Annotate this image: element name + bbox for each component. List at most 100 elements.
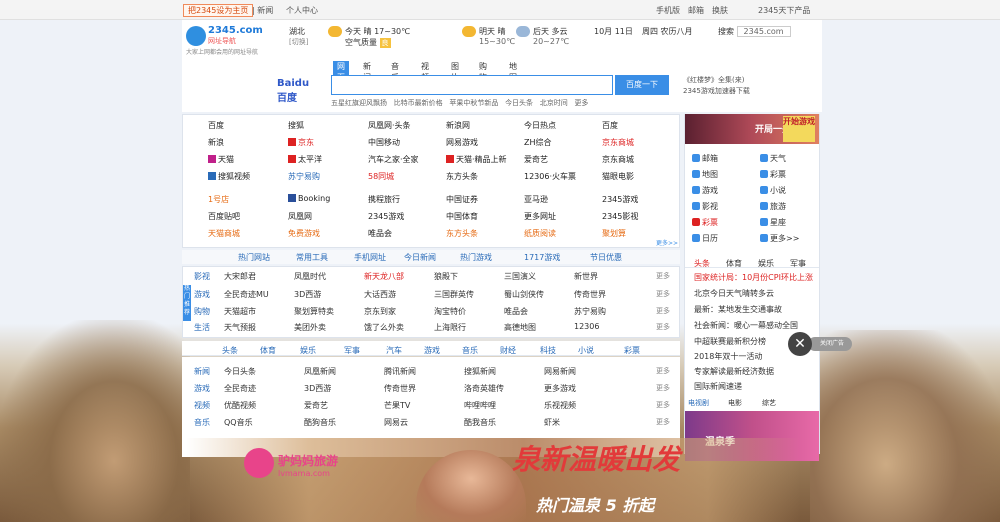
site-link[interactable]: 携程旅行	[368, 194, 400, 205]
list-item[interactable]: 饿了么外卖	[364, 322, 404, 333]
site-link[interactable]: 新浪	[208, 137, 224, 148]
more-sites-link[interactable]: 更多>>	[656, 238, 678, 247]
site-link[interactable]: 汽车之家·全家	[368, 154, 419, 165]
quick-link[interactable]: 游戏	[692, 185, 718, 196]
list-item[interactable]: 爱奇艺	[304, 400, 328, 411]
video-tab[interactable]: 电视剧	[688, 398, 709, 408]
news-item[interactable]: 2018年双十一活动	[694, 351, 762, 362]
hot-word[interactable]: 今日头条	[505, 99, 533, 107]
top-link-mobile[interactable]: 手机版	[656, 5, 680, 16]
site-link[interactable]: 京东商城	[602, 137, 634, 148]
news-item[interactable]: 国家统计局：10月份CPI环比上涨	[694, 272, 813, 283]
list-category[interactable]: 游戏	[194, 383, 210, 394]
list-item[interactable]: 网易新闻	[544, 366, 576, 377]
category-tab[interactable]: 常用工具	[296, 252, 328, 263]
top-link-news[interactable]: | 新闻	[252, 5, 273, 16]
quick-link[interactable]: 邮箱	[692, 153, 718, 164]
list-category[interactable]: 影视	[194, 271, 210, 282]
hot-word[interactable]: 五星红旗迎风飘扬	[331, 99, 387, 107]
list-item[interactable]: 凤凰时代	[294, 271, 326, 282]
list-item[interactable]: 传奇世界	[384, 383, 416, 394]
set-homepage-button[interactable]: 把2345设为主页	[183, 4, 254, 17]
content-tab[interactable]: 小说	[578, 345, 594, 356]
list-item[interactable]: 哔哩哔哩	[464, 400, 496, 411]
quick-link[interactable]: 小说	[760, 185, 786, 196]
site-link[interactable]: Booking	[288, 194, 330, 203]
site-link[interactable]: 凤凰网	[288, 211, 312, 222]
quick-link[interactable]: 日历	[692, 233, 718, 244]
close-icon[interactable]: ✕	[788, 332, 812, 356]
category-tab[interactable]: 节日优惠	[590, 252, 622, 263]
site-link[interactable]: 京东商城	[602, 154, 634, 165]
weather-today[interactable]: 今天 晴 17~30℃ 空气质量 良	[328, 26, 410, 48]
content-tab[interactable]: 娱乐	[300, 345, 316, 356]
video-tab[interactable]: 电影	[728, 398, 742, 408]
list-item[interactable]: 全民奇迹MU	[224, 289, 269, 300]
travel-banner-ad[interactable]: 驴妈妈旅游 lvmama.com 泉新温暖出发 热门温泉 5 折起	[186, 420, 800, 522]
site-link[interactable]: 中国证券	[446, 194, 478, 205]
site-link[interactable]: 2345影视	[602, 211, 638, 222]
search-input[interactable]	[331, 75, 613, 95]
site-link[interactable]: 百度	[208, 120, 224, 131]
list-item[interactable]: 淘宝特价	[434, 306, 466, 317]
news-item[interactable]: 北京今日天气晴转多云	[694, 288, 774, 299]
site-link[interactable]: 网易游戏	[446, 137, 478, 148]
hot-link-2[interactable]: 2345游戏加速器下载	[683, 86, 750, 97]
site-link[interactable]: 天猫·精品上新	[446, 154, 507, 165]
site-link[interactable]: 更多网址	[524, 211, 556, 222]
game-ad-badge[interactable]: 开始游戏	[783, 116, 815, 142]
site-link[interactable]: 中国体育	[446, 211, 478, 222]
list-item[interactable]: 蜀山剑侠传	[504, 289, 544, 300]
quick-link[interactable]: 地图	[692, 169, 718, 180]
weather-after[interactable]: 后天 多云 20~27℃	[516, 26, 569, 46]
site-link[interactable]: 2345游戏	[602, 194, 638, 205]
content-tab[interactable]: 头条	[222, 345, 238, 356]
site-link[interactable]: 东方头条	[446, 171, 478, 182]
hot-word[interactable]: 北京时间	[540, 99, 568, 107]
list-item[interactable]: 优酷视频	[224, 400, 256, 411]
search-button[interactable]: 百度一下	[615, 75, 669, 95]
list-item[interactable]: 高德地图	[504, 322, 536, 333]
news-tab[interactable]: 娱乐	[758, 258, 774, 269]
hot-word[interactable]: 苹果中秋节新品	[449, 99, 498, 107]
list-item[interactable]: 乐视视频	[544, 400, 576, 411]
news-item[interactable]: 专家解读最新经济数据	[694, 366, 774, 377]
list-item[interactable]: 腾讯新闻	[384, 366, 416, 377]
weather-tomorrow[interactable]: 明天 晴 15~30℃	[462, 26, 515, 46]
content-tab[interactable]: 音乐	[462, 345, 478, 356]
quick-link[interactable]: 旅游	[760, 201, 786, 212]
top-link-personal[interactable]: 个人中心	[286, 5, 318, 16]
quick-link-more[interactable]: 更多>>	[760, 233, 799, 244]
site-link[interactable]: 免费游戏	[288, 228, 320, 239]
engine-value[interactable]: 2345.com	[736, 26, 791, 37]
site-link[interactable]: 聚划算	[602, 228, 626, 239]
top-link-skin[interactable]: 换肤	[712, 5, 728, 16]
weather-city-switch[interactable]: [切换]	[289, 37, 308, 47]
list-item[interactable]: 新天龙八部	[364, 271, 404, 282]
content-tab[interactable]: 彩票	[624, 345, 640, 356]
news-item[interactable]: 社会新闻：暖心一幕感动全国	[694, 320, 798, 331]
site-link[interactable]: 今日热点	[524, 120, 556, 131]
list-item[interactable]: 3D西游	[304, 383, 331, 394]
content-tab[interactable]: 游戏	[424, 345, 440, 356]
site-link[interactable]: 京东	[288, 137, 314, 148]
site-link[interactable]: ZH综合	[524, 137, 552, 148]
hot-word[interactable]: 更多	[574, 99, 588, 107]
site-link[interactable]: 搜狐	[288, 120, 304, 131]
content-tab[interactable]: 汽车	[386, 345, 402, 356]
site-link[interactable]: 1号店	[208, 194, 229, 205]
hot-word[interactable]: 比特币最新价格	[394, 99, 443, 107]
quick-link[interactable]: 彩票	[760, 169, 786, 180]
site-link[interactable]: 太平洋	[288, 154, 322, 165]
list-item[interactable]: 天气预报	[224, 322, 256, 333]
list-category[interactable]: 新闻	[194, 366, 210, 377]
list-category[interactable]: 视频	[194, 400, 210, 411]
list-item[interactable]: 全民奇迹	[224, 383, 256, 394]
category-tab[interactable]: 今日新闻	[404, 252, 436, 263]
list-item[interactable]: 天猫超市	[224, 306, 256, 317]
site-link[interactable]: 2345游戏	[368, 211, 404, 222]
list-item[interactable]: 芒果TV	[384, 400, 410, 411]
news-item[interactable]: 中超联赛最新积分榜	[694, 336, 766, 347]
site-link[interactable]: 苏宁易购	[288, 171, 320, 182]
list-item[interactable]: 今日头条	[224, 366, 256, 377]
